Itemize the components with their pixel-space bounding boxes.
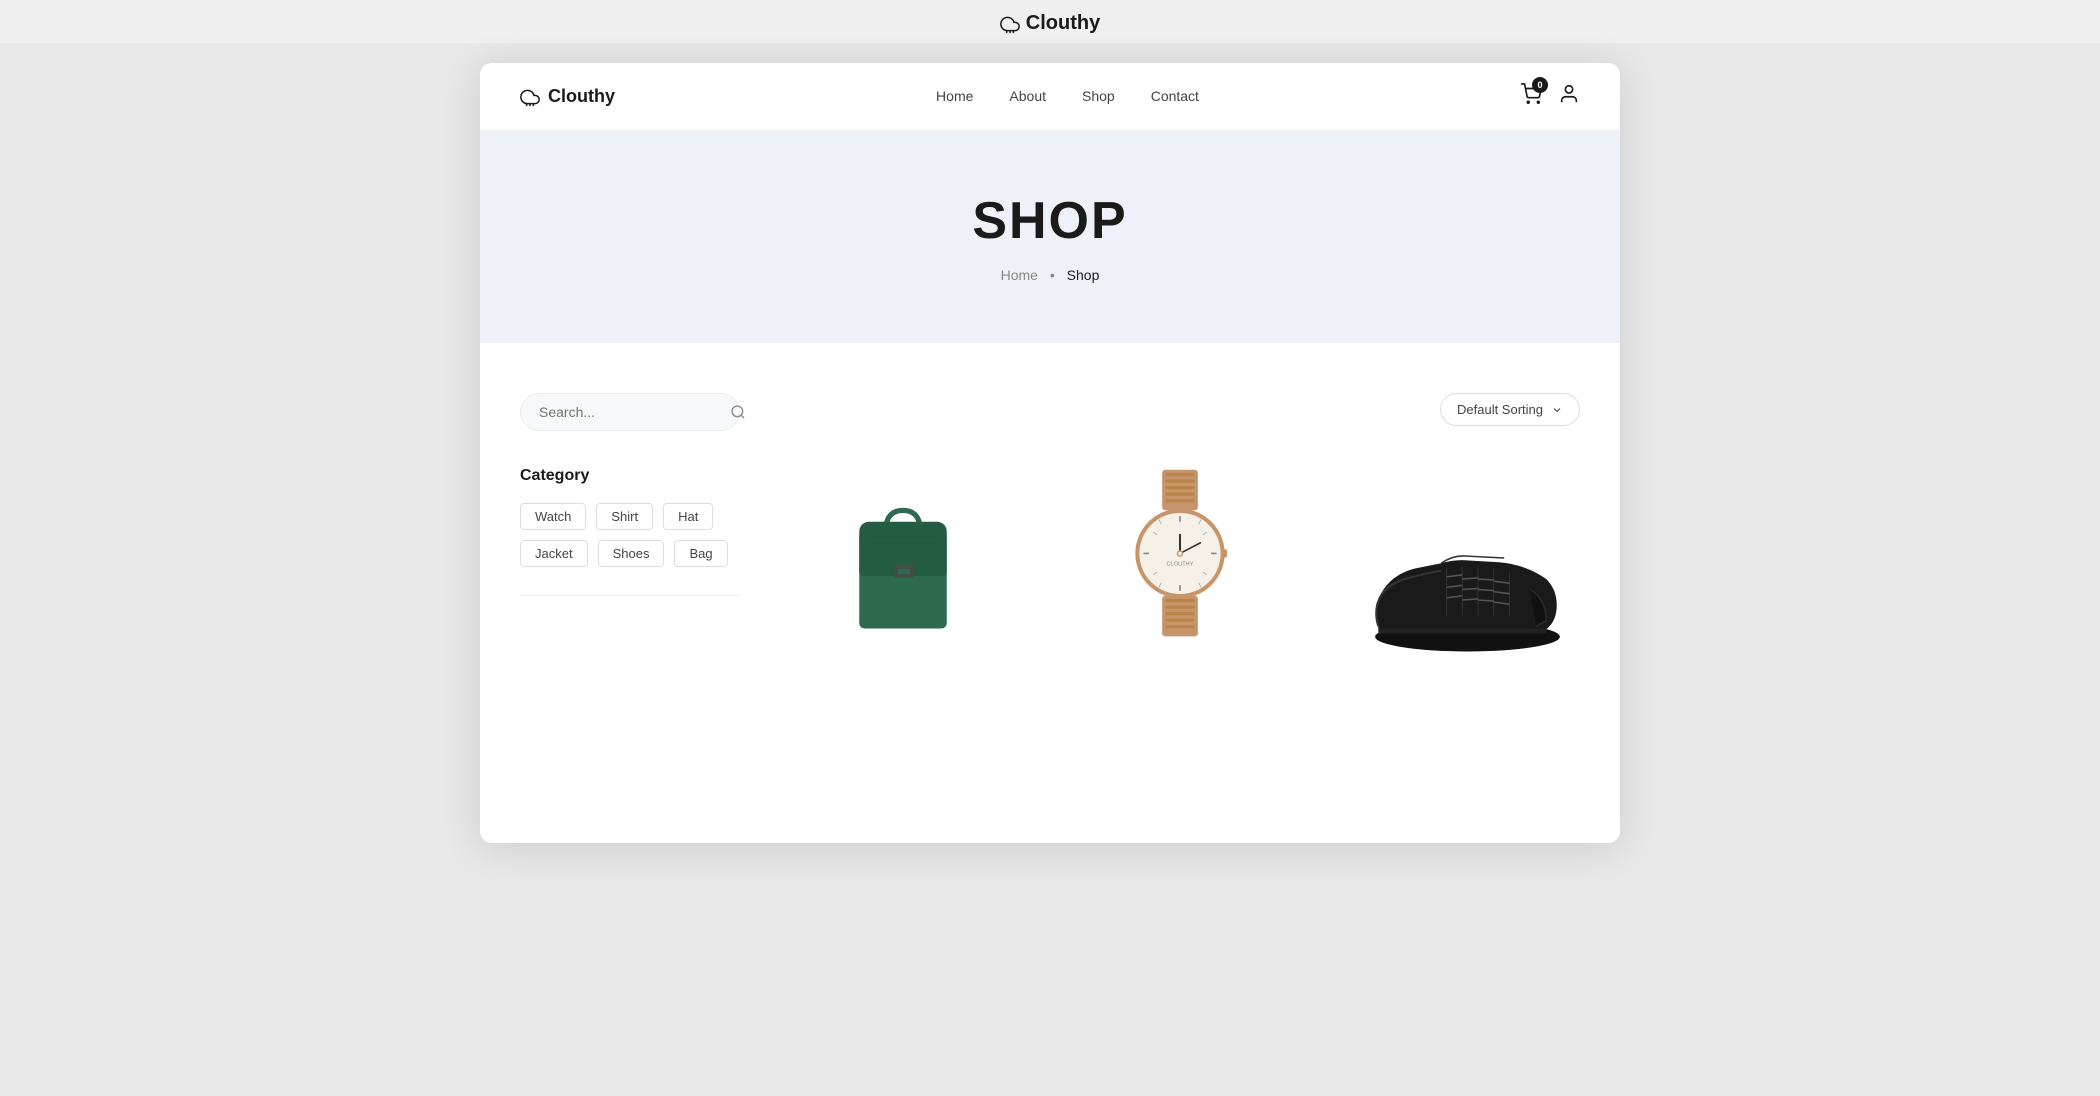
sort-label: Default Sorting xyxy=(1457,402,1543,417)
search-button[interactable] xyxy=(730,404,746,420)
product-image-bag xyxy=(780,456,1027,656)
cloud-logo-icon xyxy=(1000,14,1020,34)
search-input[interactable] xyxy=(539,404,720,420)
nav-item-contact[interactable]: Contact xyxy=(1151,88,1199,106)
category-title: Category xyxy=(520,467,740,485)
search-icon xyxy=(730,404,746,420)
sort-dropdown[interactable]: Default Sorting xyxy=(1440,393,1580,426)
tag-watch[interactable]: Watch xyxy=(520,503,586,530)
cart-button[interactable]: 0 xyxy=(1520,83,1542,110)
tag-jacket[interactable]: Jacket xyxy=(520,540,588,567)
main-card: Clouthy Home About Shop Contact 0 xyxy=(480,63,1620,843)
svg-text:CLOUTHY: CLOUTHY xyxy=(1166,562,1193,568)
tag-hat[interactable]: Hat xyxy=(663,503,713,530)
product-card-watch[interactable]: CLOUTHY xyxy=(1057,456,1304,656)
product-grid: CLOUTHY xyxy=(780,456,1580,656)
nav-icons: 0 xyxy=(1520,83,1580,110)
watch-svg: CLOUTHY xyxy=(1115,446,1245,656)
tag-shoes[interactable]: Shoes xyxy=(598,540,665,567)
sidebar-divider xyxy=(520,595,740,596)
nav-item-shop[interactable]: Shop xyxy=(1082,88,1115,106)
breadcrumb-separator: • xyxy=(1050,267,1055,283)
tag-bag[interactable]: Bag xyxy=(674,540,727,567)
main-content: Category Watch Shirt Hat Jacket Shoes Ba… xyxy=(480,343,1620,843)
product-card-bag[interactable] xyxy=(780,456,1027,656)
sidebar: Category Watch Shirt Hat Jacket Shoes Ba… xyxy=(520,393,740,793)
product-card-shoes[interactable] xyxy=(1333,456,1580,656)
nav-link-shop[interactable]: Shop xyxy=(1082,88,1115,104)
product-image-shoes xyxy=(1333,456,1580,656)
nav-item-about[interactable]: About xyxy=(1009,88,1046,106)
cart-badge: 0 xyxy=(1532,77,1548,93)
tag-shirt[interactable]: Shirt xyxy=(596,503,653,530)
user-icon xyxy=(1558,83,1580,105)
chevron-down-icon xyxy=(1551,404,1563,416)
nav-item-home[interactable]: Home xyxy=(936,88,973,106)
nav-links: Home About Shop Contact xyxy=(936,88,1199,106)
navbar: Clouthy Home About Shop Contact 0 xyxy=(480,63,1620,131)
browser-logo: Clouthy xyxy=(1000,12,1100,35)
nav-link-home[interactable]: Home xyxy=(936,88,973,104)
nav-brand[interactable]: Clouthy xyxy=(520,86,615,107)
browser-top-bar: Clouthy xyxy=(0,0,2100,43)
category-tags: Watch Shirt Hat Jacket Shoes Bag xyxy=(520,503,740,567)
breadcrumb-home[interactable]: Home xyxy=(1001,267,1038,283)
nav-link-about[interactable]: About xyxy=(1009,88,1046,104)
breadcrumb-current: Shop xyxy=(1067,267,1100,283)
browser-logo-text: Clouthy xyxy=(1026,12,1100,35)
page-title: SHOP xyxy=(500,191,1600,251)
hero-banner: SHOP Home • Shop xyxy=(480,131,1620,343)
product-image-watch: CLOUTHY xyxy=(1057,456,1304,656)
shoes-svg xyxy=(1352,481,1562,656)
user-account-button[interactable] xyxy=(1558,83,1580,110)
bag-svg xyxy=(833,461,973,656)
products-header: Default Sorting xyxy=(780,393,1580,426)
search-box[interactable] xyxy=(520,393,740,431)
breadcrumb: Home • Shop xyxy=(500,267,1600,283)
nav-cloud-icon xyxy=(520,87,540,107)
nav-brand-text: Clouthy xyxy=(548,86,615,107)
nav-link-contact[interactable]: Contact xyxy=(1151,88,1199,104)
products-area: Default Sorting xyxy=(780,393,1580,793)
